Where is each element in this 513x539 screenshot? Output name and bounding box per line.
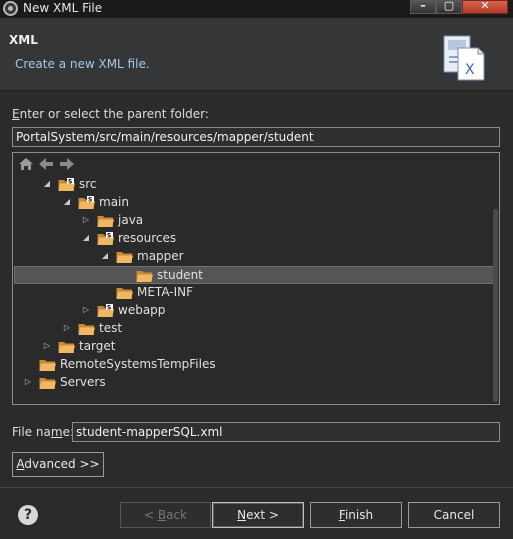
title-bar: New XML File – ▢ ✕ [0, 0, 513, 18]
svg-text:S: S [88, 197, 92, 204]
button-bar-separator [0, 487, 513, 488]
folder-icon [39, 378, 56, 389]
tree-item-label: Servers [60, 375, 106, 389]
collapsed-twisty-icon[interactable]: ▷ [81, 305, 91, 315]
collapsed-twisty-icon[interactable]: ▷ [42, 341, 52, 351]
advanced-button[interactable]: Advanced >> [12, 452, 104, 477]
svg-text:S: S [107, 233, 111, 240]
expanded-twisty-icon[interactable]: ◢ [100, 251, 110, 261]
folder-icon [97, 216, 114, 227]
tree-item-main[interactable]: ◢ Smain [14, 194, 494, 212]
source-folder-icon: S [97, 232, 114, 245]
forward-arrow-icon[interactable] [59, 156, 75, 172]
tree-item-label: mapper [137, 249, 184, 263]
next-button[interactable]: Next > [212, 502, 304, 528]
tree-item-servers[interactable]: ▷ Servers [14, 374, 494, 392]
tree-item-label: java [118, 213, 144, 227]
collapsed-twisty-icon[interactable]: ▷ [62, 323, 72, 333]
tree-item-label: resources [118, 231, 177, 245]
source-folder-icon: S [97, 304, 114, 317]
tree-item-label: META-INF [137, 285, 194, 299]
tree-item-mapper[interactable]: ◢ mapper [14, 248, 494, 266]
expanded-twisty-icon[interactable]: ◢ [42, 179, 52, 189]
tree-item-label: webapp [118, 303, 166, 317]
tree-item-src[interactable]: ◢ Ssrc [14, 176, 494, 194]
source-folder-icon: S [58, 178, 75, 191]
file-name-label: File name: [12, 425, 74, 439]
expanded-twisty-icon[interactable]: ◢ [62, 197, 72, 207]
maximize-button[interactable]: ▢ [436, 0, 462, 14]
window-title: New XML File [23, 1, 103, 15]
tree-item-test[interactable]: ▷ test [14, 320, 494, 338]
page-description: Create a new XML file. [15, 57, 150, 71]
folder-icon [136, 271, 153, 282]
folder-icon [78, 324, 95, 335]
eclipse-icon [3, 1, 18, 16]
tree-item-label: RemoteSystemsTempFiles [60, 357, 216, 371]
tree-item-target[interactable]: ▷ target [14, 338, 494, 356]
minimize-button[interactable]: – [410, 0, 436, 14]
tree-item-label: target [79, 339, 116, 353]
wizard-header: XML Create a new XML file. X [0, 18, 513, 91]
svg-text:X: X [465, 62, 475, 78]
parent-folder-input[interactable]: PortalSystem/src/main/resources/mapper/s… [12, 127, 500, 147]
expanded-twisty-icon[interactable]: ◢ [81, 233, 91, 243]
tree-item-remotesystemstempfiles[interactable]: RemoteSystemsTempFiles [14, 356, 494, 374]
svg-text:S: S [107, 305, 111, 312]
finish-button[interactable]: Finish [310, 502, 402, 528]
cancel-button[interactable]: Cancel [408, 502, 500, 528]
tree-item-java[interactable]: ▷ java [14, 212, 494, 230]
back-button[interactable]: < Back [120, 502, 211, 528]
collapsed-twisty-icon[interactable]: ▷ [23, 377, 33, 387]
close-button[interactable]: ✕ [462, 0, 508, 14]
source-folder-icon: S [78, 196, 95, 209]
help-icon[interactable]: ? [18, 505, 38, 525]
tree-item-label: student [157, 268, 203, 282]
folder-icon [39, 360, 56, 371]
folder-icon [116, 288, 133, 299]
tree-scrollbar[interactable] [493, 209, 498, 402]
folder-icon [58, 342, 75, 353]
back-arrow-icon[interactable] [38, 156, 54, 172]
page-title: XML [9, 33, 38, 47]
tree-item-student[interactable]: student [14, 266, 494, 284]
tree-item-label: src [79, 177, 97, 191]
tree-item-meta-inf[interactable]: META-INF [14, 284, 494, 302]
tree-item-label: main [99, 195, 129, 209]
tree-item-resources[interactable]: ◢ Sresources [14, 230, 494, 248]
folder-tree[interactable]: ◢ Ssrc ◢ Smain ▷ java ◢ Sresources ◢ mapper studen… [12, 152, 500, 405]
tree-item-label: test [99, 321, 123, 335]
parent-folder-label: Enter or select the parent folder: [12, 107, 209, 121]
home-icon[interactable] [18, 156, 34, 172]
collapsed-twisty-icon[interactable]: ▷ [81, 215, 91, 225]
folder-icon [116, 252, 133, 263]
file-name-input[interactable]: student-mapperSQL.xml [72, 422, 500, 442]
tree-item-webapp[interactable]: ▷ Swebapp [14, 302, 494, 320]
svg-text:S: S [68, 179, 72, 186]
new-xml-file-icon: X [443, 35, 485, 81]
